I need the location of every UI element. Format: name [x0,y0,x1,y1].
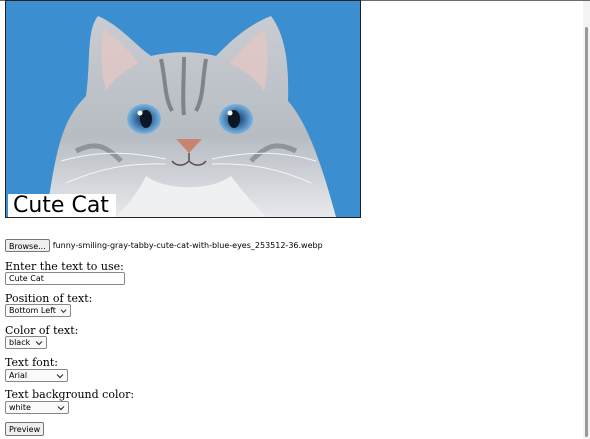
chevron-down-icon [56,373,64,378]
chevron-down-icon [35,340,43,345]
color-select-value: black [9,338,31,347]
cat-photo [6,1,360,217]
color-select[interactable]: black [5,336,47,349]
caption-overlay: Cute Cat [8,194,116,217]
chevron-down-icon [57,405,65,410]
selected-file-name: funny-smiling-gray-tabby-cute-cat-with-b… [52,241,323,250]
image-preview-canvas: Cute Cat [5,0,361,218]
chevron-down-icon [60,308,67,313]
font-select-value: Arial [9,371,28,380]
background-color-label: Text background color: [5,388,135,401]
browse-button[interactable]: Browse... [5,239,50,252]
scrollbar-thumb[interactable] [585,27,588,437]
position-select-value: Bottom Left [9,306,56,315]
file-picker: Browse... funny-smiling-gray-tabby-cute-… [5,239,323,252]
font-label: Text font: [5,356,59,369]
text-input[interactable]: Cute Cat [5,272,125,285]
background-color-select-value: white [9,403,31,412]
preview-button[interactable]: Preview [5,422,45,436]
background-color-select[interactable]: white [5,401,69,414]
vertical-scrollbar[interactable] [583,1,590,439]
position-select[interactable]: Bottom Left [5,304,71,317]
font-select[interactable]: Arial [5,369,68,382]
